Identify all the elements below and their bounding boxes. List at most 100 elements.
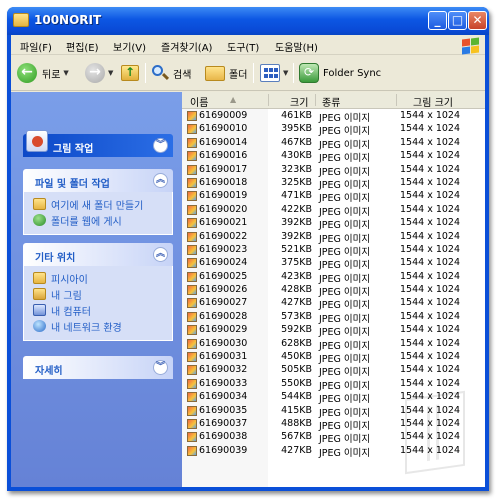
file-row[interactable]: 61690034 544KB JPEG 이미지 1544 x 1024	[182, 390, 485, 405]
file-tasks-header[interactable]: 파일 및 폴더 작업 ︽	[23, 169, 173, 192]
file-row[interactable]: 61690028 573KB JPEG 이미지 1544 x 1024	[182, 310, 485, 325]
task-publish-web[interactable]: 폴더를 웹에 게시	[33, 212, 172, 228]
file-row[interactable]: 61690035 415KB JPEG 이미지 1544 x 1024	[182, 404, 485, 419]
views-button[interactable]: ▼	[260, 61, 288, 85]
file-row[interactable]: 61690010 395KB JPEG 이미지 1544 x 1024	[182, 122, 485, 137]
menu-favorites[interactable]: 즐겨찾기(A)	[161, 39, 212, 54]
file-row[interactable]: 61690017 323KB JPEG 이미지 1544 x 1024	[182, 163, 485, 178]
file-row[interactable]: 61690019 471KB JPEG 이미지 1544 x 1024	[182, 189, 485, 204]
file-size: 427KB	[281, 297, 312, 309]
jpeg-file-icon	[187, 258, 197, 269]
file-row[interactable]: 61690026 428KB JPEG 이미지 1544 x 1024	[182, 283, 485, 298]
menu-view[interactable]: 보기(V)	[113, 39, 146, 54]
jpeg-file-icon	[187, 231, 197, 242]
task-new-folder[interactable]: 여기에 새 폴더 만들기	[33, 196, 172, 212]
file-dimensions: 1544 x 1024	[400, 150, 461, 162]
file-size: 592KB	[281, 324, 312, 336]
file-row[interactable]: 61690023 521KB JPEG 이미지 1544 x 1024	[182, 243, 485, 258]
forward-button[interactable]: → ▼	[85, 61, 113, 85]
file-row[interactable]: 61690025 423KB JPEG 이미지 1544 x 1024	[182, 270, 485, 285]
other-places-header[interactable]: 기타 위치 ︽	[23, 243, 173, 266]
file-name: 61690009	[199, 110, 248, 121]
close-button[interactable]: ✕	[468, 11, 487, 30]
file-row[interactable]: 61690037 488KB JPEG 이미지 1544 x 1024	[182, 417, 485, 432]
column-type[interactable]: 종류	[322, 94, 340, 109]
search-button[interactable]: 검색	[151, 61, 191, 85]
file-row[interactable]: 61690024 375KB JPEG 이미지 1544 x 1024	[182, 256, 485, 271]
collapse-chevron-icon[interactable]: ︽	[153, 173, 168, 188]
file-list: 이름 ▲ 크기 종류 그림 크기 61690009 461KB JPEG 이미지 15…	[182, 92, 485, 487]
title-bar[interactable]: 100NORIT _ □ ✕	[7, 7, 489, 35]
minimize-button[interactable]: _	[428, 11, 447, 30]
file-row[interactable]: 61690018 325KB JPEG 이미지 1544 x 1024	[182, 176, 485, 191]
chevron-down-icon: ▼	[108, 69, 114, 77]
file-size: 567KB	[281, 431, 312, 443]
menu-help[interactable]: 도움말(H)	[275, 39, 318, 54]
file-row[interactable]: 61690022 392KB JPEG 이미지 1544 x 1024	[182, 230, 485, 245]
place-my-computer[interactable]: 내 컴퓨터	[33, 302, 172, 318]
menu-edit[interactable]: 편집(E)	[66, 39, 99, 54]
picture-tasks-header[interactable]: 그림 작업 ︾	[23, 130, 173, 157]
file-row[interactable]: 61690032 505KB JPEG 이미지 1544 x 1024	[182, 363, 485, 378]
file-name: 61690014	[199, 136, 248, 148]
file-row[interactable]: 61690020 422KB JPEG 이미지 1544 x 1024	[182, 203, 485, 218]
jpeg-file-icon	[187, 271, 197, 282]
folder-sync-button[interactable]: ⟳ Folder Sync	[299, 61, 381, 85]
column-divider[interactable]	[315, 94, 316, 106]
file-dimensions: 1544 x 1024	[400, 203, 461, 215]
column-divider[interactable]	[268, 94, 269, 106]
expand-chevron-icon[interactable]: ︾	[153, 138, 168, 153]
file-row[interactable]: 61690039 427KB JPEG 이미지 1544 x 1024	[182, 444, 485, 459]
file-size: 544KB	[281, 391, 312, 403]
folders-button[interactable]: 폴더	[205, 61, 247, 85]
sort-ascending-icon: ▲	[230, 95, 237, 104]
file-dimensions: 1544 x 1024	[400, 324, 461, 336]
chevron-down-icon: ▼	[283, 69, 289, 77]
picture-tasks-panel: 그림 작업 ︾	[23, 130, 173, 157]
file-dimensions: 1544 x 1024	[400, 310, 461, 322]
my-pictures-icon	[33, 288, 46, 300]
file-row[interactable]: 61690030 628KB JPEG 이미지 1544 x 1024	[182, 337, 485, 352]
column-divider[interactable]	[396, 94, 397, 106]
column-name[interactable]: 이름	[190, 94, 208, 109]
file-row[interactable]: 61690038 567KB JPEG 이미지 1544 x 1024	[182, 430, 485, 445]
jpeg-file-icon	[187, 137, 197, 148]
file-row[interactable]: 61690031 450KB JPEG 이미지 1544 x 1024	[182, 350, 485, 365]
jpeg-file-icon	[187, 365, 197, 376]
collapse-chevron-icon[interactable]: ︽	[153, 247, 168, 262]
file-size: 461KB	[281, 110, 312, 121]
panel-title: 파일 및 폴더 작업	[35, 179, 110, 190]
file-row[interactable]: 61690033 550KB JPEG 이미지 1544 x 1024	[182, 377, 485, 392]
place-network[interactable]: 내 네트워크 환경	[33, 318, 172, 334]
folders-icon	[205, 65, 225, 81]
place-fisheye[interactable]: 피시아이	[33, 270, 172, 286]
task-label: 여기에 새 폴더 만들기	[51, 200, 144, 212]
jpeg-file-icon	[187, 432, 197, 443]
file-dimensions: 1544 x 1024	[400, 257, 461, 269]
column-size[interactable]: 크기	[290, 94, 308, 109]
place-my-pictures[interactable]: 내 그림	[33, 286, 172, 302]
menu-tools[interactable]: 도구(T)	[227, 39, 259, 54]
file-row[interactable]: 61690021 392KB JPEG 이미지 1544 x 1024	[182, 216, 485, 231]
task-label: 폴더를 웹에 게시	[51, 216, 122, 228]
panel-title: 기타 위치	[35, 253, 76, 264]
up-folder-button[interactable]: ↑	[121, 61, 139, 85]
file-row[interactable]: 61690009 461KB JPEG 이미지 1544 x 1024	[182, 109, 485, 124]
menu-file[interactable]: 파일(F)	[20, 39, 52, 54]
column-dimensions[interactable]: 그림 크기	[413, 94, 453, 109]
toolbar-separator	[293, 63, 294, 83]
file-row[interactable]: 61690027 427KB JPEG 이미지 1544 x 1024	[182, 296, 485, 311]
maximize-button[interactable]: □	[448, 11, 467, 30]
file-row[interactable]: 61690014 467KB JPEG 이미지 1544 x 1024	[182, 136, 485, 151]
expand-chevron-icon[interactable]: ︾	[153, 360, 168, 375]
file-row[interactable]: 61690016 430KB JPEG 이미지 1544 x 1024	[182, 149, 485, 164]
jpeg-file-icon	[187, 418, 197, 429]
details-panel: 자세히 ︾	[23, 356, 173, 379]
details-header[interactable]: 자세히 ︾	[23, 356, 173, 379]
back-button[interactable]: ← 뒤로 ▼	[17, 61, 69, 85]
file-name: 61690018	[199, 176, 248, 188]
file-row[interactable]: 61690029 592KB JPEG 이미지 1544 x 1024	[182, 323, 485, 338]
folder-icon	[13, 13, 29, 27]
file-size: 467KB	[281, 136, 312, 148]
file-size: 471KB	[281, 190, 312, 202]
